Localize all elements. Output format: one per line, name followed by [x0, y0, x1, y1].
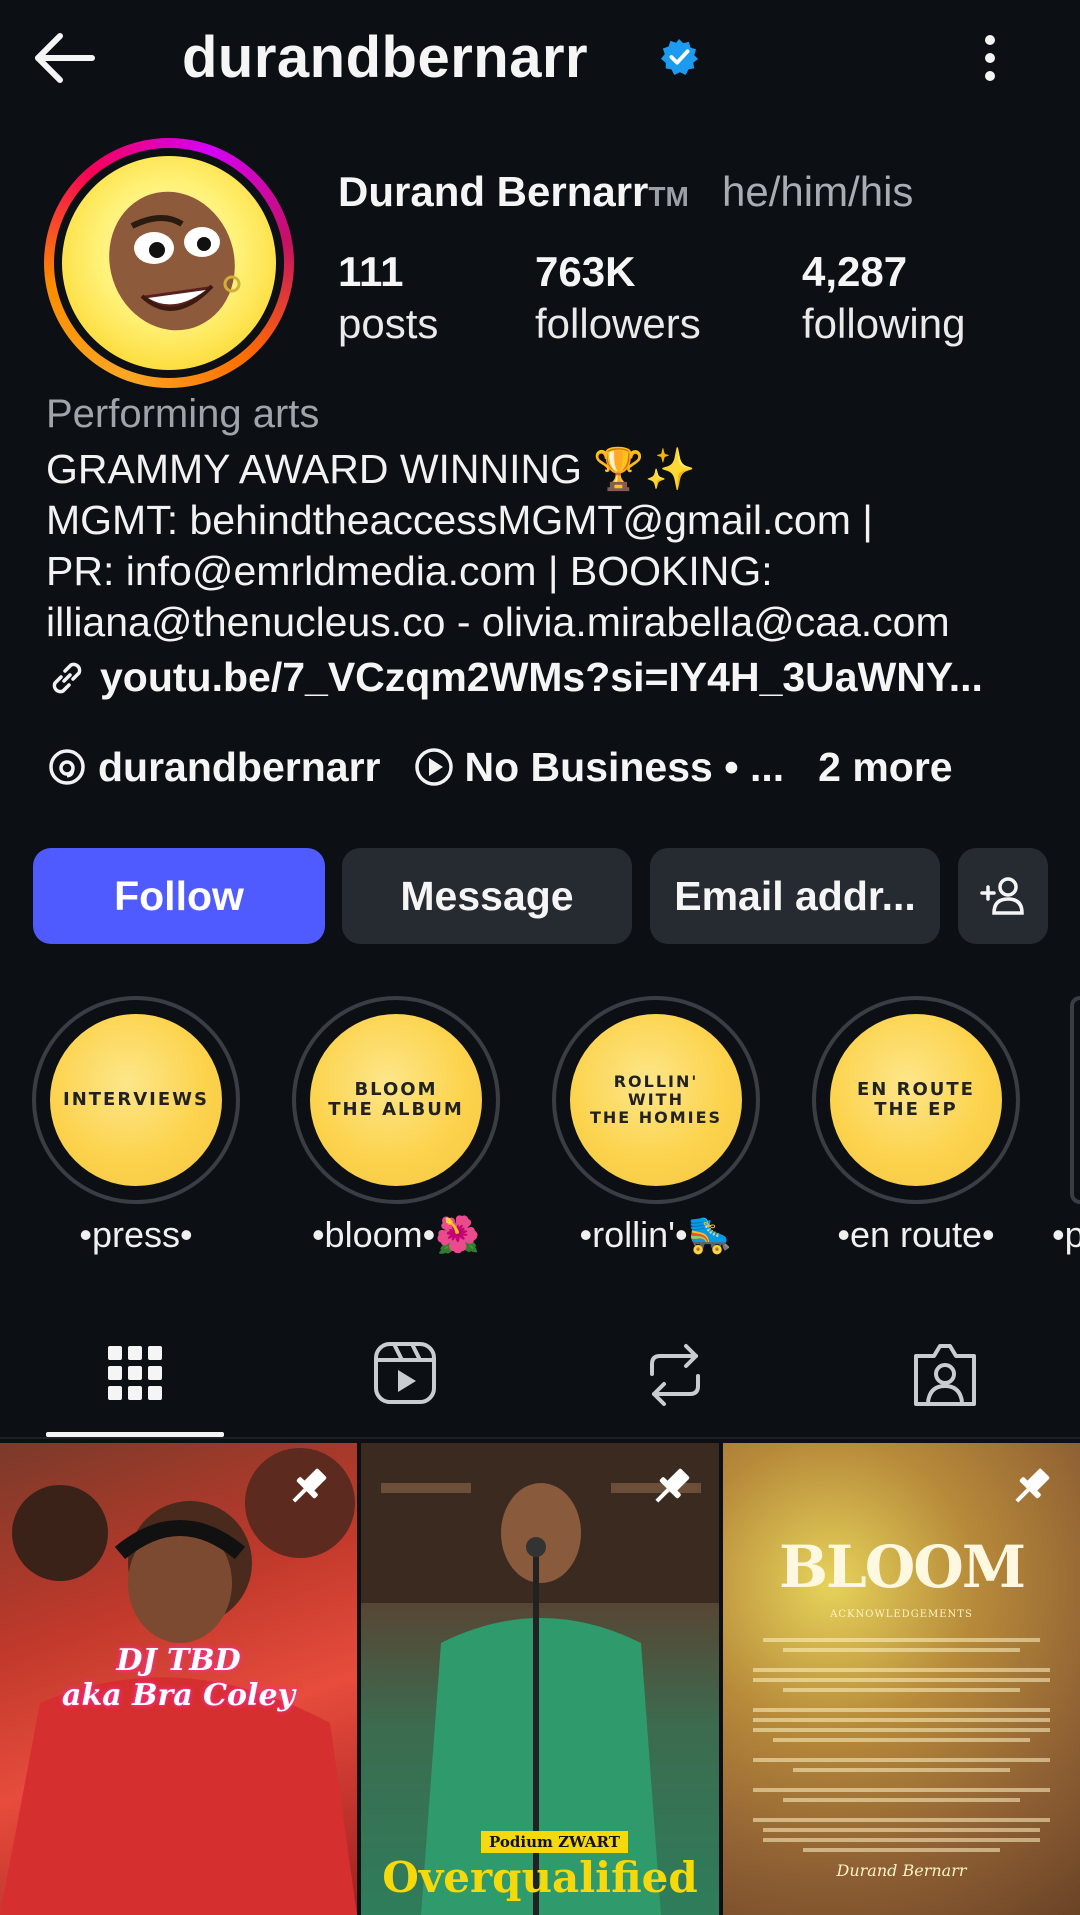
bio-line: GRAMMY AWARD WINNING 🏆✨	[46, 446, 696, 492]
highlight-en-route[interactable]: EN ROUTE THE EP	[812, 996, 1020, 1204]
post-title: BLOOM	[778, 1533, 1026, 1601]
profile-username: durandbernarr	[182, 25, 589, 90]
follow-button[interactable]: Follow	[33, 848, 325, 944]
display-name-text: Durand Bernarr	[338, 168, 649, 215]
add-user-icon	[980, 877, 1024, 915]
highlight-rollin[interactable]: ROLLIN' WITH THE HOMIES	[552, 996, 760, 1204]
avatar-frame	[54, 148, 284, 378]
stat-label: following	[802, 300, 966, 347]
post-title: DJ TBD aka Bra Coley	[0, 1643, 357, 1713]
pin-icon	[292, 1468, 327, 1503]
avatar	[62, 156, 276, 370]
media-link-text: No Business • ...	[464, 743, 785, 790]
pin-icon	[1015, 1468, 1050, 1503]
more-vertical-icon	[985, 35, 995, 81]
post-thumbnail[interactable]: BLOOM ACKNOWLEDGEMENTS Durand Bernarr	[723, 1443, 1080, 1915]
tab-divider	[0, 1437, 1080, 1439]
threads-icon	[49, 749, 85, 785]
stat-label: followers	[535, 300, 701, 347]
post-thumbnail[interactable]: DJ TBD aka Bra Coley	[0, 1443, 357, 1915]
tab-reposts[interactable]	[630, 1330, 720, 1420]
display-name: Durand BernarrTM	[338, 168, 689, 216]
more-options-button[interactable]	[972, 30, 1008, 86]
highlight-cover: EN ROUTE THE EP	[830, 1014, 1002, 1186]
post-title-line: aka Bra Coley	[62, 1678, 295, 1713]
post-subtitle: ACKNOWLEDGEMENTS	[830, 1609, 973, 1620]
cartoon-face-avatar-icon	[109, 191, 241, 331]
highlight-partial[interactable]	[1070, 996, 1080, 1204]
verified-badge-icon	[660, 38, 698, 76]
highlight-label: •p	[1052, 1214, 1080, 1255]
post-title-line: DJ TBD	[116, 1643, 241, 1678]
link-icon	[52, 662, 82, 693]
threads-link[interactable]: durandbernarr	[46, 744, 381, 791]
post-signature: Durand Bernarr	[836, 1861, 967, 1880]
highlight-cover: BLOOM THE ALBUM	[310, 1014, 482, 1186]
pin-icon	[655, 1468, 690, 1503]
tab-reels[interactable]	[360, 1330, 450, 1420]
followers-count[interactable]: 763K followers	[535, 248, 701, 348]
bio-line: PR: info@emrldmedia.com | BOOKING:	[46, 548, 773, 594]
trademark-mark: TM	[648, 181, 689, 212]
email-button[interactable]: Email addr...	[650, 848, 940, 944]
following-count[interactable]: 4,287 following	[802, 248, 965, 348]
highlight-cover: INTERVIEWS	[50, 1014, 222, 1186]
profile-link-text: youtu.be/7_VCzqm2WMs?si=IY4H_3UaWNY...	[100, 654, 983, 700]
media-link[interactable]: No Business • ...	[413, 743, 785, 791]
stat-value: 4,287	[802, 248, 908, 295]
post-thumbnail[interactable]: Podium ZWART Overqualified	[361, 1443, 719, 1915]
stat-label: posts	[338, 300, 439, 347]
more-links-button[interactable]: 2 more	[818, 744, 952, 791]
posts-count[interactable]: 111 posts	[338, 248, 438, 348]
tab-grid[interactable]	[90, 1330, 180, 1420]
bio-line: illiana@thenucleus.co - olivia.mirabella…	[46, 599, 950, 645]
highlight-label: •bloom•🌺	[311, 1214, 481, 1255]
highlight-cover: ROLLIN' WITH THE HOMIES	[570, 1014, 742, 1186]
post-title: Overqualified	[382, 1853, 698, 1902]
profile-link[interactable]: youtu.be/7_VCzqm2WMs?si=IY4H_3UaWNY...	[46, 654, 983, 701]
pronouns: he/him/his	[722, 168, 914, 215]
profile-category: Performing arts	[46, 392, 320, 436]
top-bar: durandbernarr	[0, 0, 1080, 120]
back-button[interactable]	[30, 28, 100, 88]
post-text-lines	[753, 1638, 1050, 1852]
message-button[interactable]: Message	[342, 848, 632, 944]
highlight-bloom[interactable]: BLOOM THE ALBUM	[292, 996, 500, 1204]
highlight-label: •press•	[79, 1214, 193, 1255]
suggested-users-button[interactable]	[958, 848, 1048, 944]
arrow-left-icon	[35, 33, 95, 83]
grid-icon	[108, 1346, 162, 1400]
post-badge: Podium ZWART	[481, 1831, 628, 1853]
stat-value: 111	[338, 248, 404, 295]
bio-line: MGMT: behindtheaccessMGMT@gmail.com |	[46, 497, 873, 543]
tab-tagged[interactable]	[900, 1330, 990, 1420]
threads-handle: durandbernarr	[98, 743, 381, 790]
highlight-label: •en route•	[837, 1214, 995, 1255]
reels-icon	[374, 1342, 436, 1404]
tagged-icon	[914, 1344, 976, 1406]
play-circle-icon	[414, 748, 453, 786]
avatar-story-ring[interactable]	[44, 138, 294, 388]
stat-value: 763K	[535, 248, 636, 295]
reposts-icon	[650, 1344, 700, 1406]
highlight-label: •rollin'•🛼	[579, 1214, 733, 1255]
highlight-press[interactable]: INTERVIEWS	[32, 996, 240, 1204]
social-links-row: durandbernarr No Business • ... 2 more	[46, 740, 953, 794]
